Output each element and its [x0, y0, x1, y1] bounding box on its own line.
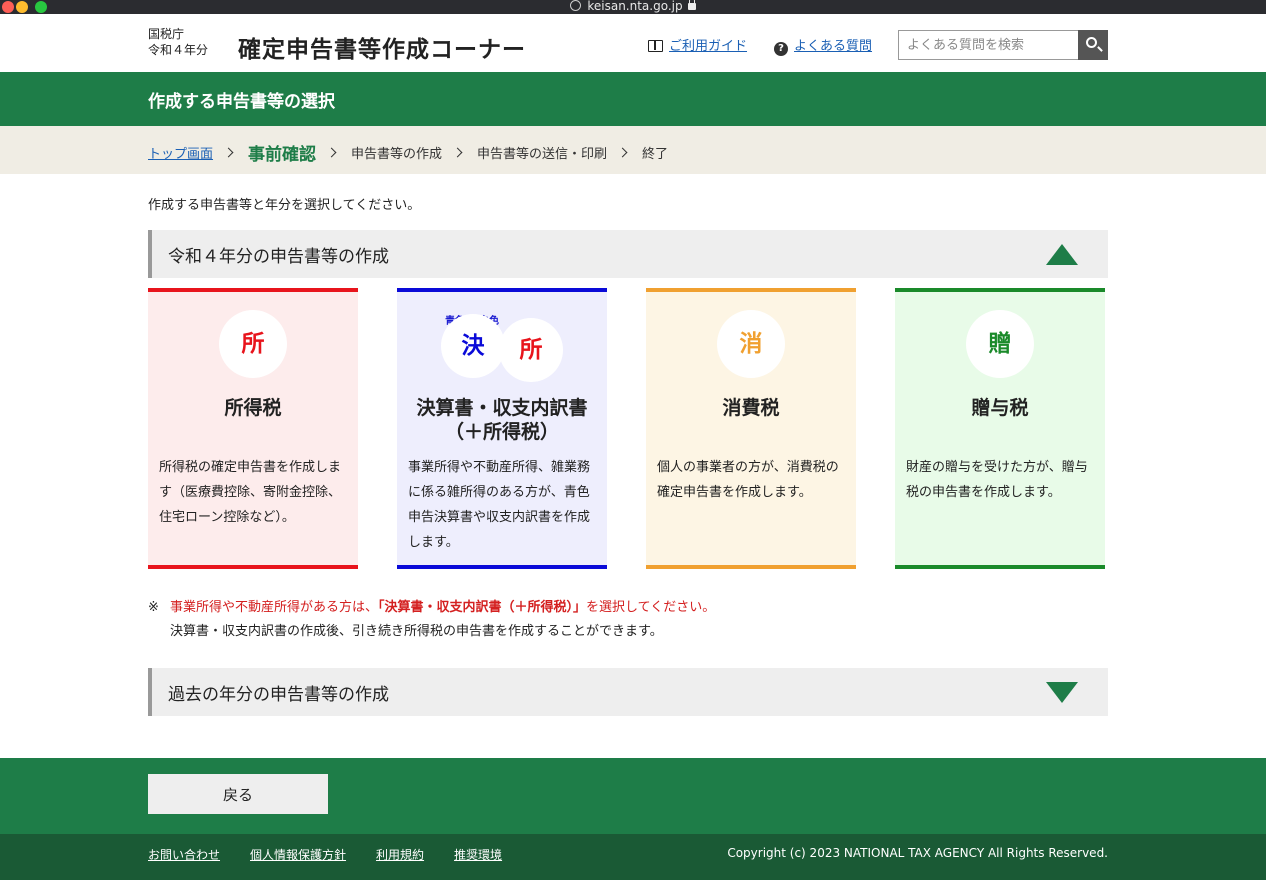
recommended-env-link[interactable]: 推奨環境	[454, 848, 502, 862]
card-title: 所得税	[224, 397, 282, 419]
page-title: 作成する申告書等の選択	[148, 92, 335, 112]
card-title: 決算書・収支内訳書 （＋所得税）	[397, 396, 607, 444]
tax-year: 令和４年分	[148, 43, 209, 57]
note-line2: 決算書・収支内訳書の作成後、引き続き所得税の申告書を作成することができます。	[170, 624, 663, 639]
card-description: 財産の贈与を受けた方が、贈与税の申告書を作成します。	[906, 460, 1088, 500]
progress-steps: トップ画面 事前確認 申告書等の作成 申告書等の送信・印刷 終了	[0, 126, 1266, 174]
past-years-section-header[interactable]: 過去の年分の申告書等の作成	[148, 668, 1108, 716]
copyright: Copyright (c) 2023 NATIONAL TAX AGENCY A…	[727, 846, 1108, 860]
card-title-line1: 決算書・収支内訳書	[416, 397, 588, 419]
expand-triangle-icon[interactable]	[1046, 682, 1078, 703]
site-header: 国税庁 令和４年分 確定申告書等作成コーナー ご利用ガイド ? よくある質問	[0, 14, 1266, 72]
income-tax-mini-icon: 所	[499, 318, 563, 382]
consumption-tax-icon: 消	[717, 310, 785, 378]
card-description: 個人の事業者の方が、消費税の確定申告書を作成します。	[657, 460, 839, 500]
financial-statement-card[interactable]: 青色 白色 決 所 決算書・収支内訳書 （＋所得税） 事業所得や不動産所得、雑業…	[397, 288, 607, 569]
income-tax-icon: 所	[219, 310, 287, 378]
back-button[interactable]: 戻る	[148, 774, 328, 814]
search-button[interactable]	[1078, 30, 1108, 60]
financial-statement-icon: 決	[441, 314, 505, 378]
step-send-print: 申告書等の送信・印刷	[477, 147, 608, 162]
card-description: 事業所得や不動産所得、雑業務に係る雑所得のある方が、青色申告決算書や収支内訳書を…	[408, 460, 591, 550]
contact-link[interactable]: お問い合わせ	[148, 848, 220, 862]
step-create: 申告書等の作成	[351, 147, 443, 162]
site-title: 確定申告書等作成コーナー	[238, 37, 526, 63]
book-icon	[648, 40, 663, 52]
note-mark: ※	[148, 600, 159, 615]
step-pre-check: 事前確認	[248, 145, 317, 165]
chevron-right-icon	[326, 147, 337, 158]
action-bar: 戻る	[0, 758, 1266, 834]
current-year-section-header[interactable]: 令和４年分の申告書等の作成	[148, 230, 1108, 278]
current-year-section-title: 令和４年分の申告書等の作成	[168, 247, 389, 267]
faq-search-input[interactable]	[898, 30, 1078, 60]
address-bar[interactable]: keisan.nta.go.jp	[0, 0, 1266, 13]
address-url: keisan.nta.go.jp	[587, 0, 683, 13]
browser-toolbar: keisan.nta.go.jp	[0, 0, 1266, 14]
faq-link-text[interactable]: よくある質問	[794, 39, 872, 54]
card-description: 所得税の確定申告書を作成します（医療費控除、寄附金控除、住宅ローン控除など）。	[159, 460, 342, 525]
chevron-right-icon	[223, 147, 234, 158]
guide-link[interactable]: ご利用ガイド	[648, 35, 747, 54]
card-title: 贈与税	[971, 397, 1029, 419]
card-title: 消費税	[722, 397, 780, 419]
privacy-policy-link[interactable]: 個人情報保護方針	[250, 848, 346, 862]
notice-text: ※ 事業所得や不動産所得がある方は、「決算書・収支内訳書（＋所得税）」を選択してく…	[148, 596, 715, 644]
page-title-bar: 作成する申告書等の選択	[0, 72, 1266, 126]
card-title-line2: （＋所得税）	[444, 421, 559, 443]
search-icon	[1086, 37, 1097, 48]
gift-tax-card[interactable]: 贈 贈与税 財産の贈与を受けた方が、贈与税の申告書を作成します。	[895, 288, 1105, 569]
note-part2: 「決算書・収支内訳書（＋所得税）」	[378, 600, 587, 615]
agency-label: 国税庁 令和４年分	[148, 26, 208, 58]
agency-name: 国税庁	[148, 27, 185, 41]
gift-tax-icon: 贈	[966, 310, 1034, 378]
step-top[interactable]: トップ画面	[148, 143, 213, 162]
chevron-right-icon	[452, 147, 463, 158]
terms-link[interactable]: 利用規約	[376, 848, 424, 862]
guide-link-text[interactable]: ご利用ガイド	[669, 39, 747, 54]
past-years-section-title: 過去の年分の申告書等の作成	[168, 685, 389, 705]
instruction-text: 作成する申告書等と年分を選択してください。	[148, 198, 421, 213]
globe-icon	[570, 0, 582, 11]
income-tax-card[interactable]: 所 所得税 所得税の確定申告書を作成します（医療費控除、寄附金控除、住宅ローン控…	[148, 288, 358, 569]
step-end: 終了	[642, 147, 669, 162]
question-icon: ?	[774, 42, 788, 56]
consumption-tax-card[interactable]: 消 消費税 個人の事業者の方が、消費税の確定申告書を作成します。	[646, 288, 856, 569]
chevron-right-icon	[617, 147, 628, 158]
note-part3: を選択してください。	[586, 600, 716, 615]
collapse-triangle-icon[interactable]	[1046, 244, 1078, 265]
note-part1: 事業所得や不動産所得がある方は、	[170, 600, 379, 615]
faq-link[interactable]: ? よくある質問	[774, 35, 872, 56]
site-footer: お問い合わせ 個人情報保護方針 利用規約 推奨環境 Copyright (c) 202…	[0, 834, 1266, 880]
lock-icon	[687, 0, 696, 10]
